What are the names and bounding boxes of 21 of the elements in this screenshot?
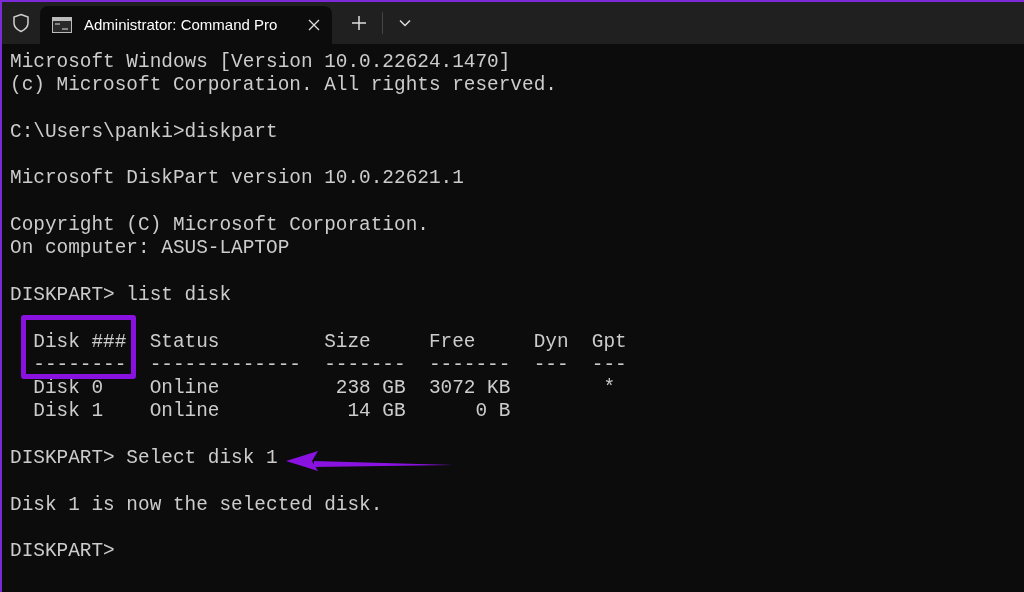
terminal-icon xyxy=(52,17,72,33)
tab-title: Administrator: Command Pro xyxy=(84,14,279,35)
terminal-line: Microsoft Windows [Version 10.0.22624.1470] xyxy=(10,51,511,75)
terminal-line: Microsoft DiskPart version 10.0.22621.1 xyxy=(10,167,464,191)
terminal-line: DISKPART> Select disk 1 xyxy=(10,447,278,471)
terminal-line: (c) Microsoft Corporation. All rights reserved. xyxy=(10,74,557,98)
chevron-down-icon[interactable] xyxy=(399,19,411,27)
terminal-line: DISKPART> list disk xyxy=(10,283,232,308)
tab[interactable]: Administrator: Command Pro xyxy=(40,6,332,44)
close-icon[interactable] xyxy=(308,19,320,31)
terminal-line: Disk 1 Online 14 GB 0 B xyxy=(32,400,511,424)
plus-icon[interactable] xyxy=(352,16,366,30)
terminal-line: Copyright (C) Microsoft Corporation. xyxy=(10,214,429,238)
terminal-line: Disk 0 Online 238 GB 3072 KB * xyxy=(32,377,616,401)
terminal-line: Disk 1 is now the selected disk. xyxy=(10,493,383,517)
terminal-line: On computer: ASUS-LAPTOP xyxy=(10,237,290,261)
terminal-line: Disk ### Status Size Free Dyn Gpt xyxy=(32,330,627,354)
terminal-line: C:\Users\panki>diskpart xyxy=(10,120,278,145)
terminal-line: -------- ------------- ------- ------- --- --- xyxy=(32,353,627,378)
terminal-line: DISKPART> xyxy=(10,540,115,564)
shield-icon xyxy=(12,13,30,33)
